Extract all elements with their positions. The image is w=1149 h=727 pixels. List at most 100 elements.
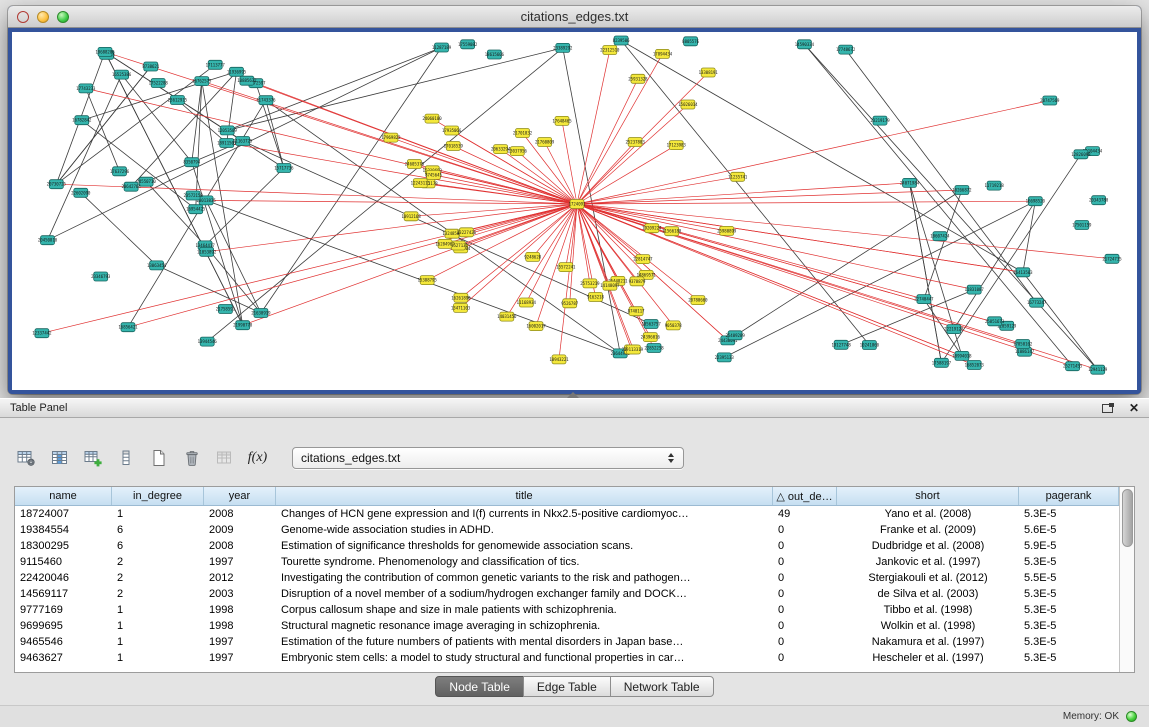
table-cell[interactable]: Franke et al. (2009) xyxy=(837,524,1019,536)
table-cell[interactable]: Wolkin et al. (1998) xyxy=(837,620,1019,632)
table-row[interactable]: 977716911998Corpus callosum shape and si… xyxy=(15,602,1119,618)
graph-node[interactable]: 10266872 xyxy=(952,186,972,195)
table-cell[interactable]: Genome-wide association studies in ADHD. xyxy=(276,524,773,536)
table-cell[interactable]: 9463627 xyxy=(15,652,112,664)
table-cell[interactable]: 0 xyxy=(773,556,837,568)
graph-node[interactable]: 18607424 xyxy=(930,232,950,241)
table-cell[interactable]: 0 xyxy=(773,524,837,536)
graph-node[interactable]: 22395133 xyxy=(715,353,735,362)
column-header-short[interactable]: short xyxy=(837,487,1019,505)
graph-edge[interactable] xyxy=(207,204,577,252)
tab-edge-table[interactable]: Edge Table xyxy=(523,676,611,697)
graph-edge[interactable] xyxy=(577,54,663,204)
graph-node[interactable]: 17743233 xyxy=(76,84,96,93)
graph-edge[interactable] xyxy=(391,138,577,204)
table-cell[interactable]: 2008 xyxy=(204,508,276,520)
graph-node[interactable]: 16852073 xyxy=(965,361,985,370)
table-row[interactable]: 946362711997Embryonic stem cells: a mode… xyxy=(15,650,1119,666)
graph-node[interactable]: 11743376 xyxy=(256,96,276,105)
graph-node[interactable]: 24550710 xyxy=(136,177,156,186)
column-header-in-degree[interactable]: in_degree xyxy=(112,487,204,505)
graph-node[interactable]: 25409289 xyxy=(725,331,745,340)
table-cell[interactable]: 1 xyxy=(112,652,204,664)
graph-node[interactable]: 13471103 xyxy=(451,303,471,312)
graph-node[interactable]: 8350794 xyxy=(183,158,200,167)
table-row[interactable]: 1938455462009Genome-wide association stu… xyxy=(15,522,1119,538)
table-cell[interactable]: Corpus callosum shape and size in male p… xyxy=(276,604,773,616)
graph-node[interactable]: 20730725 xyxy=(47,180,67,189)
column-header-out-degree[interactable]: △ out_de… xyxy=(773,487,837,505)
graph-edge[interactable] xyxy=(577,142,635,204)
graph-edge[interactable] xyxy=(81,193,157,266)
table-cell[interactable]: 5.3E-5 xyxy=(1019,508,1119,520)
table-cell[interactable]: Estimation of the future numbers of pati… xyxy=(276,636,773,648)
table-cell[interactable]: 1 xyxy=(112,604,204,616)
graph-edge[interactable] xyxy=(621,41,869,346)
graph-node[interactable]: 17559082 xyxy=(458,40,478,49)
graph-node[interactable]: 11053892 xyxy=(197,247,217,256)
graph-node[interactable]: 11235741 xyxy=(728,172,748,181)
table-cell[interactable]: 5.5E-5 xyxy=(1019,572,1119,584)
graph-node[interactable]: 8738621 xyxy=(142,62,159,71)
graph-node[interactable]: 18688286 xyxy=(95,47,115,56)
table-cell[interactable]: 2008 xyxy=(204,540,276,552)
graph-node[interactable]: 9163218 xyxy=(587,293,604,302)
graph-node[interactable]: 17969822 xyxy=(381,133,401,142)
column-header-name[interactable]: name xyxy=(15,487,112,505)
graph-node[interactable]: 12337442 xyxy=(32,329,52,338)
table-cell[interactable]: 5.3E-5 xyxy=(1019,620,1119,632)
table-cell[interactable]: 5.3E-5 xyxy=(1019,652,1119,664)
graph-edge[interactable] xyxy=(266,100,620,353)
graph-edge[interactable] xyxy=(177,100,226,143)
table-cell[interactable]: Investigating the contribution of common… xyxy=(276,572,773,584)
graph-node[interactable]: 13037956 xyxy=(508,147,528,156)
table-cell[interactable]: Estimation of significance thresholds fo… xyxy=(276,540,773,552)
graph-edge[interactable] xyxy=(577,73,708,205)
graph-edge[interactable] xyxy=(205,168,284,245)
table-cell[interactable]: 1997 xyxy=(204,556,276,568)
graph-edge[interactable] xyxy=(577,50,610,204)
table-cell[interactable]: 19384554 xyxy=(15,524,112,536)
graph-node[interactable]: 12826098 xyxy=(1071,150,1091,159)
graph-node[interactable]: 24605378 xyxy=(405,160,425,169)
graph-node[interactable]: 21758591 xyxy=(216,305,236,314)
graph-node[interactable]: 19127748 xyxy=(831,340,851,349)
table-selector-dropdown[interactable]: citations_edges.txt xyxy=(292,447,684,469)
graph-edge[interactable] xyxy=(577,204,924,299)
graph-node[interactable]: 14590334 xyxy=(795,40,815,49)
graph-edge[interactable] xyxy=(86,88,120,171)
graph-node[interactable]: 21701832 xyxy=(513,129,533,138)
table-cell[interactable]: Embryonic stem cells: a model to study s… xyxy=(276,652,773,664)
graph-node[interactable]: 20343780 xyxy=(1089,196,1109,205)
table-cell[interactable]: 5.3E-5 xyxy=(1019,556,1119,568)
table-cell[interactable]: 2 xyxy=(112,556,204,568)
graph-node[interactable]: 12243113 xyxy=(411,179,431,188)
graph-node[interactable]: 16856421 xyxy=(118,323,138,332)
import-table-button[interactable] xyxy=(212,446,237,470)
graph-node[interactable]: 9248628 xyxy=(524,252,541,261)
table-cell[interactable]: 1 xyxy=(112,508,204,520)
table-cell[interactable]: Yano et al. (2008) xyxy=(837,508,1019,520)
graph-node[interactable]: 13227426 xyxy=(457,228,477,237)
graph-node[interactable]: 11831087 xyxy=(965,285,985,294)
table-cell[interactable]: 5.3E-5 xyxy=(1019,588,1119,600)
graph-node[interactable]: 14148097 xyxy=(600,281,620,290)
create-column-button[interactable] xyxy=(80,446,105,470)
graph-node[interactable]: 20633294 xyxy=(491,145,511,154)
table-cell[interactable]: de Silva et al. (2003) xyxy=(837,588,1019,600)
graph-node[interactable]: 11287189 xyxy=(432,43,452,52)
column-view-button[interactable] xyxy=(113,446,138,470)
table-cell[interactable]: 5.3E-5 xyxy=(1019,604,1119,616)
graph-node[interactable]: 13063456 xyxy=(147,261,167,270)
graph-edge[interactable] xyxy=(577,105,688,205)
graph-node[interactable]: 11936995 xyxy=(227,67,247,76)
graph-node[interactable]: 21163725 xyxy=(233,137,253,146)
graph-node[interactable]: 24396016 xyxy=(641,333,661,342)
graph-node[interactable]: 16413503 xyxy=(1013,268,1033,277)
graph-node[interactable]: 23346793 xyxy=(91,272,111,281)
table-cell[interactable]: 0 xyxy=(773,620,837,632)
graph-node[interactable]: 20450810 xyxy=(38,236,58,245)
window-minimize-button[interactable] xyxy=(37,11,49,23)
graph-node[interactable]: 17748672 xyxy=(836,45,856,54)
table-row[interactable]: 946554611997Estimation of the future num… xyxy=(15,634,1119,650)
